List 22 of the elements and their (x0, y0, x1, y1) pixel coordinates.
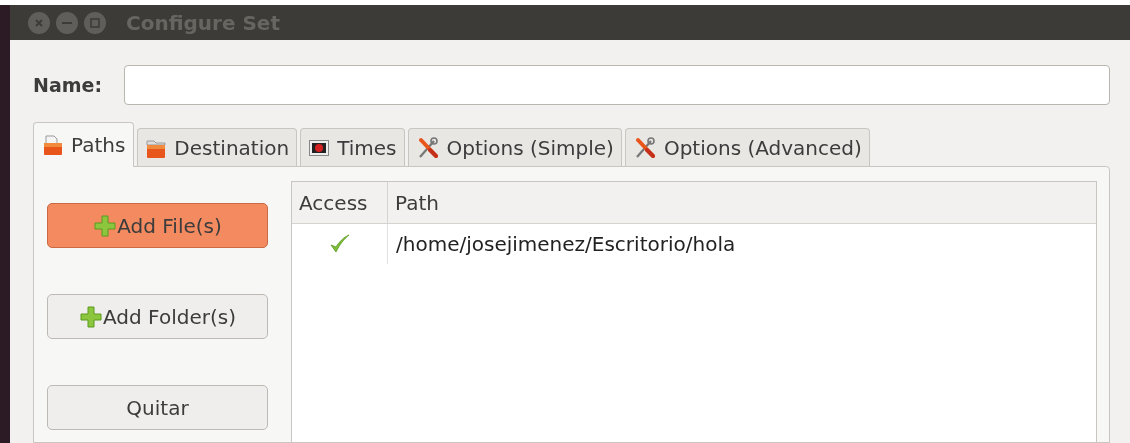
minimize-button[interactable] (56, 11, 78, 34)
column-header[interactable]: Path (388, 182, 1096, 223)
minimize-icon (62, 21, 72, 24)
tab[interactable]: Options (Simple) (407, 128, 622, 166)
action-button[interactable]: Quitar (47, 385, 268, 430)
column-header[interactable]: Access (292, 182, 388, 223)
folder-file-icon (42, 134, 64, 156)
maximize-button[interactable] (84, 11, 106, 34)
close-icon (34, 17, 44, 28)
name-label: Name: (33, 72, 102, 98)
plus-icon (93, 213, 118, 238)
close-button[interactable] (28, 11, 50, 34)
tab[interactable]: Paths (33, 122, 135, 167)
tab[interactable]: Destination (137, 128, 298, 166)
tab[interactable]: Times (300, 128, 405, 166)
tab[interactable]: Options (Advanced) (624, 128, 870, 166)
name-field[interactable] (124, 65, 1110, 105)
plus-icon (79, 304, 104, 329)
action-button[interactable]: Add File(s) (47, 203, 268, 248)
maximize-icon (90, 17, 100, 28)
action-button[interactable]: Add Folder(s) (47, 294, 268, 339)
path-cell-text: /home/josejimenez/Escritorio/hola (395, 231, 737, 258)
